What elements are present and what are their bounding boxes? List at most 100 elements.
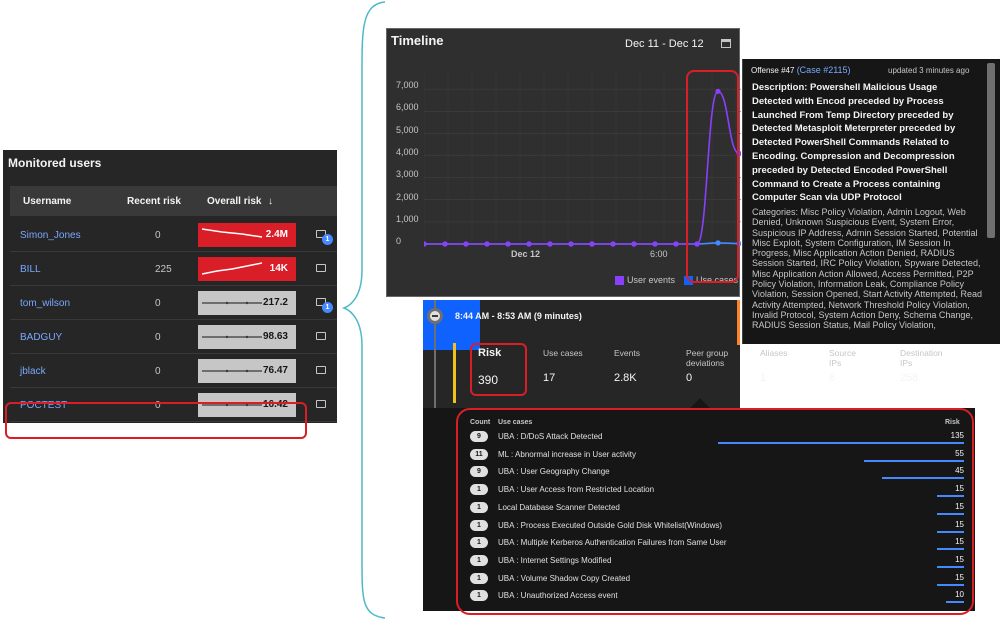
user-row[interactable]: Simon_Jones 0 2.4M 1 xyxy=(10,218,337,252)
recent-risk-value: 0 xyxy=(155,366,161,377)
overall-risk-value: 2.4M xyxy=(265,229,288,240)
highlight-outline xyxy=(686,70,739,283)
case-folder-icon[interactable] xyxy=(316,398,332,412)
risk-sparkline xyxy=(202,369,262,373)
folder-icon xyxy=(316,332,326,340)
stat-events[interactable]: Events 2.8K xyxy=(614,348,640,384)
recent-risk-value: 0 xyxy=(155,298,161,309)
table-header: Username Recent risk Overall risk ↓ xyxy=(10,186,337,216)
data-point[interactable] xyxy=(526,241,532,247)
x-label: 6:00 xyxy=(650,249,668,259)
legend-swatch-user-events[interactable] xyxy=(615,276,624,285)
stat-aliases[interactable]: Aliases 1 xyxy=(760,348,788,384)
user-row[interactable]: BADGUY 0 98.63 xyxy=(10,320,337,354)
panel-title: Monitored users xyxy=(8,156,102,170)
column-header-overall-risk[interactable]: Overall risk xyxy=(207,196,261,207)
overall-risk-value: 14K xyxy=(269,263,288,274)
y-tick-label: 6,000 xyxy=(396,102,419,113)
case-link[interactable]: (Case #2115) xyxy=(797,65,851,75)
case-count-badge: 1 xyxy=(322,302,333,313)
highlight-outline xyxy=(470,343,527,396)
offense-number: Offense #47 xyxy=(751,66,795,75)
severity-marker xyxy=(737,300,740,345)
timeline-title: Timeline xyxy=(391,33,444,48)
data-point[interactable] xyxy=(568,241,574,247)
data-point[interactable] xyxy=(424,241,427,247)
overall-risk-cell: 76.47 xyxy=(198,359,296,383)
data-point[interactable] xyxy=(442,241,448,247)
stat-label: Destination IPs xyxy=(900,348,943,368)
user-row[interactable]: tom_wilson 0 217.2 1 xyxy=(10,286,337,320)
y-tick-label: 4,000 xyxy=(396,146,419,157)
username-link[interactable]: jblack xyxy=(20,366,46,377)
folder-icon xyxy=(316,366,326,374)
case-folder-icon[interactable] xyxy=(316,330,332,344)
folder-icon xyxy=(316,264,326,272)
stat-destination-ips[interactable]: Destination IPs 258 xyxy=(900,348,955,384)
x-label: Dec 12 xyxy=(511,249,541,259)
y-tick-label: 3,000 xyxy=(396,169,419,180)
y-tick-label: 0 xyxy=(396,236,402,247)
stat-peer-group-deviations[interactable]: Peer group deviations 0 xyxy=(686,348,741,384)
column-header-username[interactable]: Username xyxy=(23,196,71,207)
username-link[interactable]: tom_wilson xyxy=(20,298,70,309)
sort-arrow-icon[interactable]: ↓ xyxy=(268,196,273,207)
stat-value: 6 xyxy=(829,372,836,384)
overall-risk-cell: 217.2 xyxy=(198,291,296,315)
highlight-outline xyxy=(456,408,974,615)
legend-label-user-events[interactable]: User events xyxy=(627,275,675,285)
offense-id: Offense #47 (Case #2115) xyxy=(751,65,851,75)
stat-value: 1 xyxy=(760,372,767,384)
collapse-icon[interactable] xyxy=(427,308,443,324)
stat-source-ips[interactable]: Source IPs 6 xyxy=(829,348,856,384)
case-folder-icon[interactable]: 1 xyxy=(316,296,333,313)
username-link[interactable]: BADGUY xyxy=(20,332,62,343)
overall-risk-cell: 2.4M xyxy=(198,223,296,247)
time-range: 8:44 AM - 8:53 AM (9 minutes) xyxy=(455,311,582,321)
stat-label: Source IPs xyxy=(829,348,856,368)
data-point[interactable] xyxy=(505,241,511,247)
data-point[interactable] xyxy=(673,241,679,247)
column-header-recent-risk[interactable]: Recent risk xyxy=(127,196,181,207)
stat-value: 258 xyxy=(900,372,919,384)
monitored-users-panel: Monitored users Username Recent risk Ove… xyxy=(3,150,337,439)
date-range[interactable]: Dec 11 - Dec 12 xyxy=(625,38,704,50)
calendar-icon[interactable] xyxy=(721,39,731,48)
data-point[interactable] xyxy=(631,241,637,247)
case-folder-icon[interactable]: 1 xyxy=(316,228,333,245)
data-point[interactable] xyxy=(484,241,490,247)
overall-risk-cell: 14K xyxy=(198,257,296,281)
stat-value: 0 xyxy=(686,372,693,384)
data-point[interactable] xyxy=(547,241,553,247)
stat-value: 17 xyxy=(543,372,556,384)
risk-sparkline xyxy=(202,262,262,275)
data-point[interactable] xyxy=(610,241,616,247)
y-tick-label: 1,000 xyxy=(396,213,419,224)
stat-label: Events xyxy=(614,348,640,358)
case-folder-icon[interactable] xyxy=(316,262,332,276)
recent-risk-value: 225 xyxy=(155,264,172,275)
data-point[interactable] xyxy=(652,241,658,247)
updated-timestamp: updated 3 minutes ago xyxy=(888,66,970,75)
recent-risk-value: 0 xyxy=(155,332,161,343)
offense-description: Description: Powershell Malicious Usage … xyxy=(752,82,956,204)
scrollbar[interactable] xyxy=(987,63,995,238)
stat-label: Use cases xyxy=(543,348,583,358)
stat-label: Aliases xyxy=(760,348,788,358)
user-row[interactable]: BILL 225 14K xyxy=(10,252,337,286)
user-row[interactable]: jblack 0 76.47 xyxy=(10,354,337,388)
stat-label: Peer group deviations xyxy=(686,348,729,368)
username-link[interactable]: Simon_Jones xyxy=(20,230,81,241)
username-link[interactable]: BILL xyxy=(20,264,41,275)
time-slice-summary: 8:44 AM - 8:53 AM (9 minutes) Risk 390 Use… xyxy=(423,300,943,408)
risk-sparkline xyxy=(202,335,262,339)
overall-risk-value: 76.47 xyxy=(262,365,288,376)
stat-use-cases[interactable]: Use cases 17 xyxy=(543,348,583,384)
data-point[interactable] xyxy=(463,241,469,247)
data-point[interactable] xyxy=(589,241,595,247)
y-tick-label: 7,000 xyxy=(396,80,419,90)
offense-categories: Categories: Misc Policy Violation, Admin… xyxy=(752,207,982,331)
bracket-connector xyxy=(341,1,386,619)
case-count-badge: 1 xyxy=(322,234,333,245)
case-folder-icon[interactable] xyxy=(316,364,332,378)
